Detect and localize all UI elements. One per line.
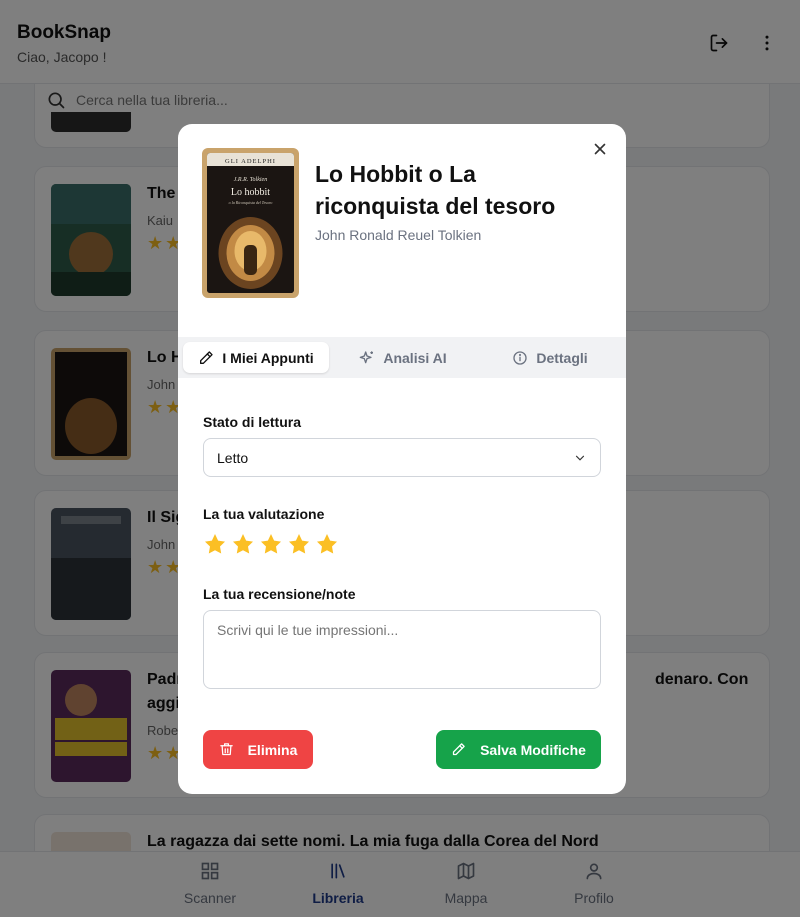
star-icon[interactable] <box>287 532 311 556</box>
book-title: Lo Hobbit o La riconquista del tesoro <box>315 161 556 219</box>
chevron-down-icon <box>575 455 585 461</box>
info-icon <box>513 350 527 365</box>
pencil-icon <box>200 350 214 364</box>
cover-subtitle: o la Riconquista del Tesoro <box>229 200 273 205</box>
review-label: La tua recensione/note <box>203 586 356 602</box>
star-icon[interactable] <box>231 532 255 556</box>
star-icon[interactable] <box>203 532 227 556</box>
reading-status-value: Letto <box>217 449 249 466</box>
tab-label: I Miei Appunti <box>222 349 314 366</box>
book-detail-modal: GLI ADELPHI J.R.R. Tolkien Lo hobbit o l… <box>178 124 626 794</box>
delete-button[interactable]: Elimina <box>203 730 313 769</box>
book-author: John Ronald Reuel Tolkien <box>315 227 482 243</box>
trash-icon <box>219 743 233 756</box>
tab-my-notes[interactable]: I Miei Appunti <box>183 342 329 373</box>
pencil-icon <box>452 743 465 756</box>
cover-publisher: GLI ADELPHI <box>225 158 276 165</box>
tab-label: Analisi AI <box>383 349 447 366</box>
review-textarea[interactable] <box>203 610 601 689</box>
reading-status-label: Stato di lettura <box>203 414 302 430</box>
tab-details[interactable]: Dettagli <box>480 342 620 373</box>
cover-author: J.R.R. Tolkien <box>234 177 267 183</box>
modal-tabs: I Miei Appunti Analisi AI Dettagli <box>178 337 626 378</box>
sparkles-icon <box>360 350 374 363</box>
star-icon[interactable] <box>315 532 339 556</box>
rating-label: La tua valutazione <box>203 506 325 522</box>
tab-label: Dettagli <box>536 349 588 366</box>
book-cover-image: GLI ADELPHI J.R.R. Tolkien Lo hobbit o l… <box>202 148 299 298</box>
star-icon[interactable] <box>259 532 283 556</box>
reading-status-select[interactable]: Letto <box>203 438 601 477</box>
rating-stars <box>203 532 339 556</box>
save-button[interactable]: Salva Modifiche <box>436 730 601 769</box>
tab-ai-analysis[interactable]: Analisi AI <box>336 342 470 373</box>
cover-title: Lo hobbit <box>231 187 270 198</box>
delete-label: Elimina <box>247 741 298 758</box>
close-icon[interactable] <box>591 140 609 158</box>
save-label: Salva Modifiche <box>480 741 586 758</box>
